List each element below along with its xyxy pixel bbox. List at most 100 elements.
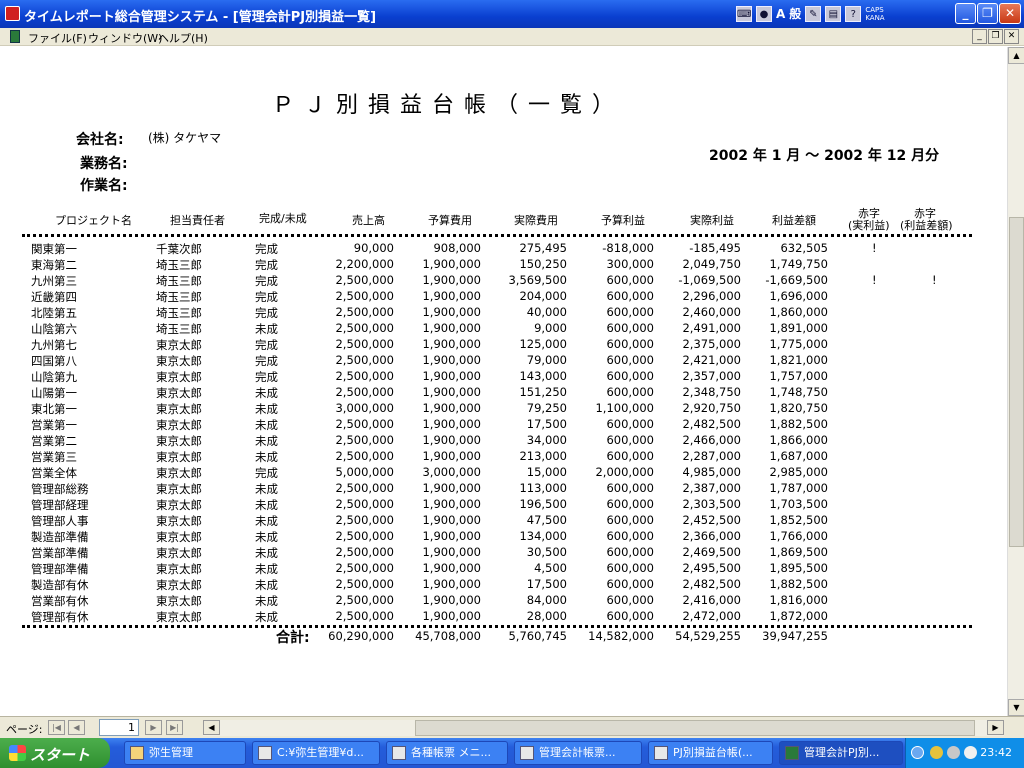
row-project-name: 山陰第六: [31, 322, 77, 336]
col-manager: 担当責任者: [170, 214, 225, 227]
col-profit-diff: 利益差額: [772, 214, 816, 227]
header-divider: [22, 234, 972, 237]
next-page-icon[interactable]: ▶: [145, 720, 162, 735]
tray-expand-icon[interactable]: [911, 746, 924, 759]
menu-window[interactable]: ウィンドウ(W): [88, 30, 162, 46]
menu-bar: ファイル(F) ウィンドウ(W) ヘルプ(H) _ ❐ ✕: [0, 28, 1024, 46]
task-explorer[interactable]: C:¥弥生管理¥d...: [252, 741, 380, 765]
table-row: 営業部有休 東京太郎 未成 2,500,000 1,900,000 84,000 600,0…: [0, 592, 1007, 608]
row-actual-profit: 2,287,000: [682, 449, 741, 463]
vertical-scrollbar[interactable]: ▲ ▼: [1007, 47, 1024, 716]
row-budget-profit: 600,000: [606, 545, 654, 559]
task-label: 管理会計帳票...: [539, 746, 616, 759]
row-actual-profit: 2,491,000: [682, 321, 741, 335]
ime-pad-icon[interactable]: ✎: [805, 6, 822, 22]
row-profit-diff: 1,703,500: [769, 497, 828, 511]
row-project-name: 営業全体: [31, 466, 77, 480]
keyboard-icon[interactable]: ⌨: [736, 6, 752, 22]
row-budget-cost: 1,900,000: [422, 369, 481, 383]
row-status: 完成: [255, 306, 278, 320]
row-actual-profit: 2,296,000: [682, 289, 741, 303]
minimize-button[interactable]: _: [955, 3, 976, 24]
row-status: 完成: [255, 370, 278, 384]
horizontal-scrollbar[interactable]: ◀ ▶: [203, 720, 1004, 736]
row-actual-profit: 2,469,500: [682, 545, 741, 559]
row-actual-cost: 4,500: [534, 561, 567, 575]
row-budget-profit: 600,000: [606, 289, 654, 303]
row-actual-profit: 2,375,000: [682, 337, 741, 351]
mdi-close-button[interactable]: ✕: [1004, 29, 1019, 44]
row-budget-cost: 1,900,000: [422, 497, 481, 511]
row-actual-cost: 40,000: [526, 305, 567, 319]
row-manager: 東京太郎: [156, 594, 202, 608]
row-actual-profit: 2,387,000: [682, 481, 741, 495]
row-deficit-actual-flag: !: [872, 241, 877, 255]
app-icon[interactable]: [5, 6, 20, 21]
menu-help[interactable]: ヘルプ(H): [158, 30, 208, 46]
restore-button[interactable]: ❐: [977, 3, 998, 24]
task-yayoi[interactable]: 弥生管理: [124, 741, 246, 765]
prev-page-icon[interactable]: ◀: [68, 720, 85, 735]
row-budget-profit: 600,000: [606, 305, 654, 319]
row-budget-profit: 600,000: [606, 513, 654, 527]
row-status: 完成: [255, 338, 278, 352]
row-budget-profit: 600,000: [606, 337, 654, 351]
row-sales: 2,500,000: [335, 497, 394, 511]
row-actual-cost: 204,000: [519, 289, 567, 303]
row-sales: 2,500,000: [335, 561, 394, 575]
row-actual-profit: 2,495,500: [682, 561, 741, 575]
tray-app-icon[interactable]: [964, 746, 977, 759]
vertical-scroll-thumb[interactable]: [1009, 217, 1024, 547]
task-pj-ledger[interactable]: PJ別損益台帳(...: [648, 741, 773, 765]
ime-conversion-mode[interactable]: 般: [789, 6, 801, 22]
task-pj-list-active[interactable]: 管理会計PJ別...: [779, 741, 903, 765]
task-label: PJ別損益台帳(...: [673, 746, 753, 759]
ime-status-icon[interactable]: ●: [756, 6, 772, 22]
last-page-icon[interactable]: ▶|: [166, 720, 183, 735]
row-manager: 東京太郎: [156, 498, 202, 512]
row-budget-cost: 1,900,000: [422, 353, 481, 367]
page-number-input[interactable]: [99, 719, 139, 736]
row-budget-profit: 1,100,000: [595, 401, 654, 415]
document-icon[interactable]: [10, 30, 20, 43]
start-button[interactable]: スタート: [0, 738, 110, 768]
row-status: 未成: [255, 530, 278, 544]
task-reports-menu[interactable]: 各種帳票 メニ...: [386, 741, 508, 765]
ime-input-mode[interactable]: A: [776, 6, 785, 22]
mdi-restore-button[interactable]: ❐: [988, 29, 1003, 44]
row-status: 未成: [255, 418, 278, 432]
scroll-left-icon[interactable]: ◀: [203, 720, 220, 735]
row-actual-profit: 2,416,000: [682, 593, 741, 607]
ime-tool-icon[interactable]: ▤: [825, 6, 842, 22]
row-project-name: 四国第八: [31, 354, 77, 368]
row-project-name: 九州第三: [31, 274, 77, 288]
row-manager: 埼玉三郎: [156, 306, 202, 320]
row-budget-cost: 1,900,000: [422, 545, 481, 559]
row-project-name: 北陸第五: [31, 306, 77, 320]
scroll-up-icon[interactable]: ▲: [1008, 47, 1024, 64]
system-tray: 23:42: [905, 738, 1024, 768]
row-budget-profit: 600,000: [606, 593, 654, 607]
ime-help-icon[interactable]: ?: [845, 6, 862, 22]
row-budget-profit: 600,000: [606, 385, 654, 399]
task-mgmt-reports[interactable]: 管理会計帳票...: [514, 741, 642, 765]
scroll-down-icon[interactable]: ▼: [1008, 699, 1024, 716]
first-page-icon[interactable]: |◀: [48, 720, 65, 735]
tray-network-icon[interactable]: [930, 746, 943, 759]
scroll-right-icon[interactable]: ▶: [987, 720, 1004, 735]
row-status: 未成: [255, 322, 278, 336]
row-actual-profit: 2,920,750: [682, 401, 741, 415]
horizontal-scroll-thumb[interactable]: [415, 720, 975, 736]
tray-volume-icon[interactable]: [947, 746, 960, 759]
mdi-minimize-button[interactable]: _: [972, 29, 987, 44]
row-budget-profit: 600,000: [606, 609, 654, 623]
col-sales: 売上高: [352, 214, 385, 227]
row-actual-profit: 2,303,500: [682, 497, 741, 511]
row-actual-profit: 2,466,000: [682, 433, 741, 447]
row-profit-diff: 1,882,500: [769, 417, 828, 431]
menu-file[interactable]: ファイル(F): [28, 30, 87, 46]
close-button[interactable]: ✕: [999, 3, 1021, 24]
row-actual-cost: 34,000: [526, 433, 567, 447]
row-budget-cost: 1,900,000: [422, 289, 481, 303]
row-deficit-actual-flag: !: [872, 273, 877, 287]
